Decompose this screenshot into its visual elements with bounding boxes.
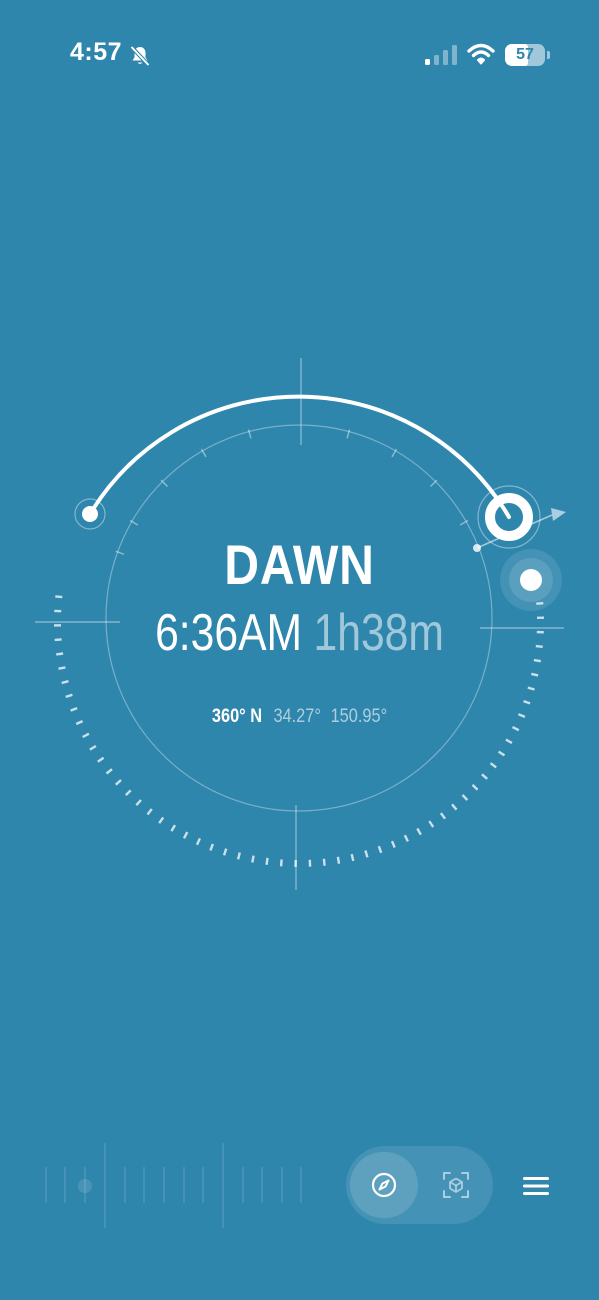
dial-dash [390,840,396,848]
dial-dash [527,686,535,691]
dial-dash [403,834,409,842]
dial-dash [170,824,177,832]
inner-tick [160,479,168,487]
dial-dash [461,794,469,801]
view-mode-toggle [346,1146,493,1224]
dial-dash [451,803,458,811]
sun-path-arc [88,394,511,519]
sunrise-marker [82,506,98,522]
compass-mode-button[interactable] [350,1152,418,1218]
dial-dash [158,816,165,824]
dial-dash [251,855,255,863]
phase-title: DAWN [224,533,375,596]
ar-mode-button[interactable] [422,1152,490,1218]
dial-dash [97,756,105,763]
dial-dash [105,768,113,775]
compass-icon [371,1172,397,1198]
dial-dash [471,784,479,791]
dial-dash [209,843,215,851]
phase-time: 6:36AM [155,604,303,662]
dial-dash [82,732,90,739]
dial-dash [124,789,132,797]
dial-dash [523,699,531,705]
compass-heading: 360° N [211,706,263,727]
dial-dash [350,853,355,862]
dial-dash [65,693,73,699]
dial-dash [489,762,497,769]
dial-dash [61,680,69,685]
phase-duration: 1h38m [313,604,444,662]
dial-dash [505,738,513,745]
dial-dash [439,812,447,820]
phase-time-row: 6:36AM 1h38m [54,603,545,663]
time-scrubber[interactable] [40,1140,310,1235]
dial-dash [531,672,539,677]
longitude: 150.95° [330,706,388,727]
dial-dash [364,850,369,858]
location-row: 360° N 34.27° 150.95° [42,706,557,728]
time-scrubber-knob [78,1179,92,1193]
dial-dash [322,858,326,866]
dial-dash [279,859,283,867]
dial-dash [222,848,228,856]
dial-dash [58,666,66,670]
sun-compass-screen: 4:57 57 DAWN 6:36AM 1h38m 360° N 34.27° … [0,0,599,1300]
dial-dash [135,799,142,807]
dial-dash [146,808,153,816]
heading-pointer-arrow [551,508,566,521]
menu-icon [523,1177,549,1195]
dial-dash [336,856,341,864]
dial-dash [428,820,435,828]
dial-dash [114,779,122,786]
menu-button[interactable] [514,1166,558,1206]
dial-dash [497,750,506,757]
inner-tick [430,479,438,487]
dial-dash [195,837,201,846]
ar-cube-icon [443,1172,469,1198]
dial-dash [182,831,189,839]
dial-dash [89,744,97,751]
dial-dash [265,857,269,865]
dial-dash [481,773,488,780]
dial-dash [377,845,383,854]
dial-dash [236,852,241,860]
latitude: 34.27° [273,706,321,727]
dial-dash [416,827,422,836]
